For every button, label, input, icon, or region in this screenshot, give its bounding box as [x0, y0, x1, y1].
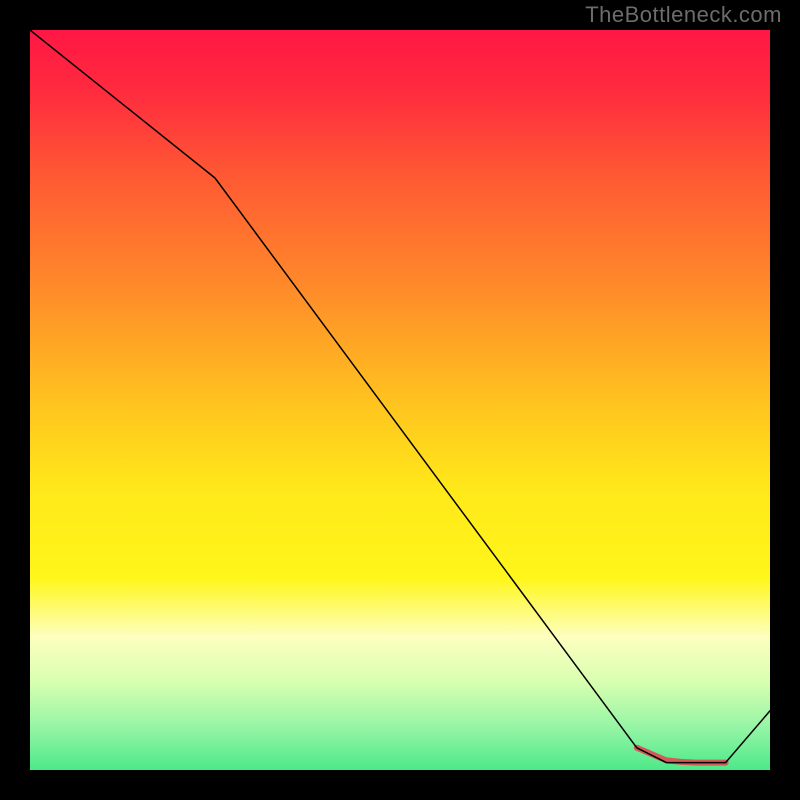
watermark-text: TheBottleneck.com	[585, 2, 782, 28]
chart-background	[30, 30, 770, 770]
chart-plot-area	[30, 30, 770, 770]
chart-container: TheBottleneck.com	[0, 0, 800, 800]
chart-svg	[30, 30, 770, 770]
